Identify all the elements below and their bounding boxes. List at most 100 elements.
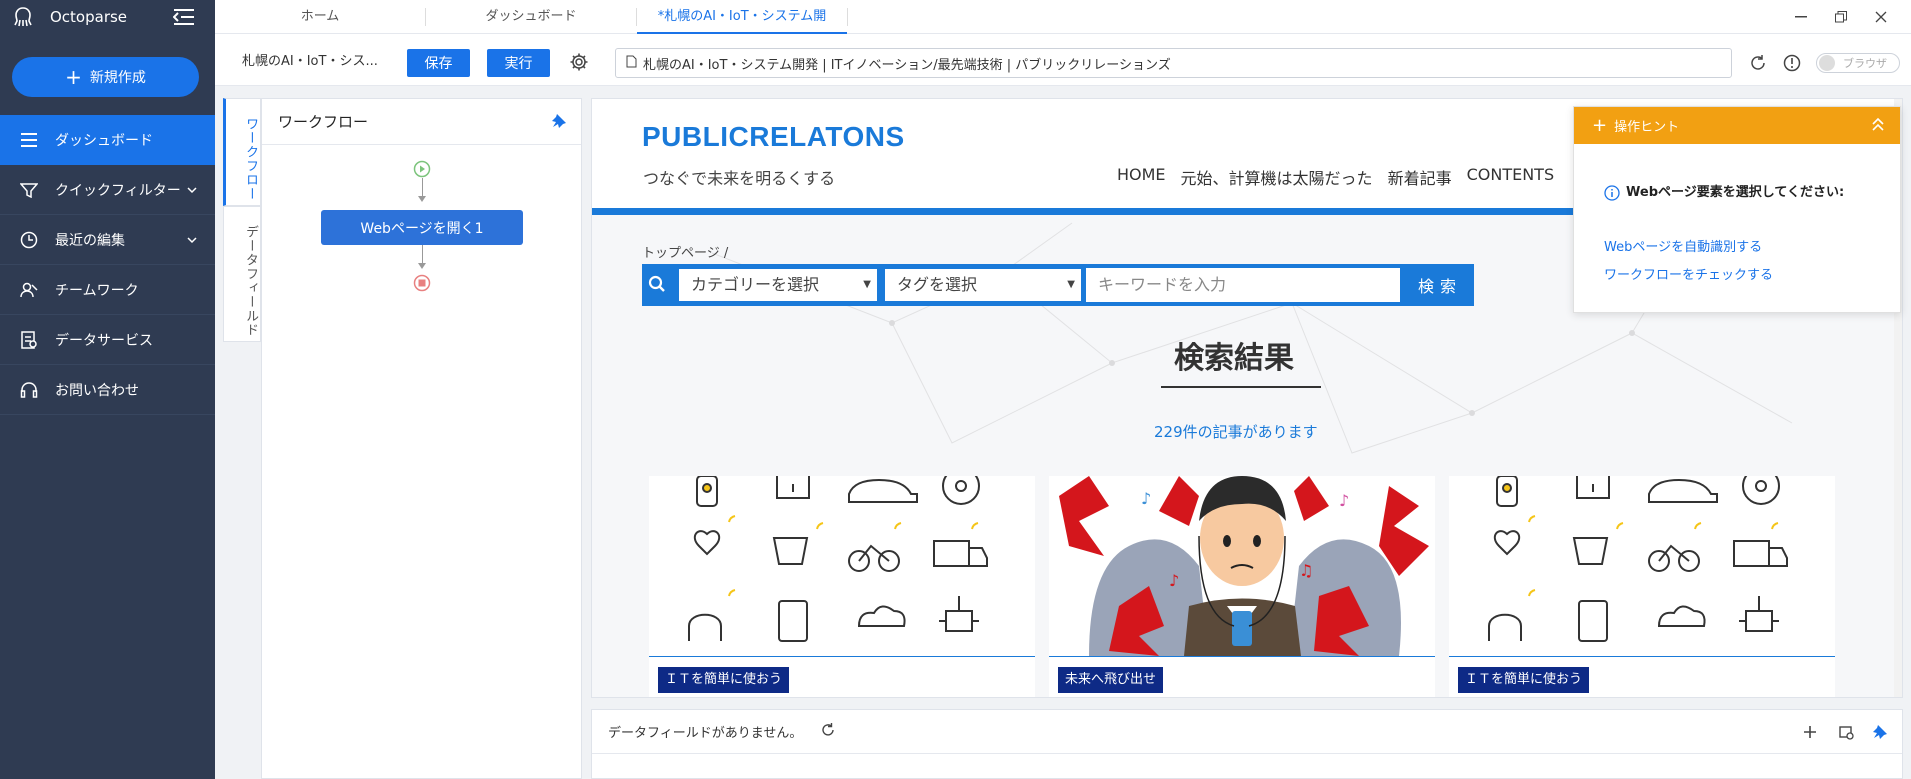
collapse-menu-icon[interactable] (172, 8, 195, 30)
data-field-empty-text: データフィールドがありません。 (608, 726, 803, 741)
add-field-icon[interactable] (1802, 724, 1818, 744)
site-title[interactable]: PUBLICRELATONS (642, 121, 905, 153)
tab-dashboard[interactable]: ダッシュボード (426, 0, 636, 34)
category-select[interactable]: カテゴリーを選択 ▼ (678, 268, 878, 302)
svg-text:♪: ♪ (1339, 491, 1349, 510)
minimize-icon[interactable] (1781, 0, 1821, 34)
sidebar: Octoparse + 新規作成 ダッシュボード クイックフィルター 最近の編集… (0, 0, 215, 779)
tag-select-value: タグを選択 (897, 275, 978, 294)
site-nav-new[interactable]: 新着記事 (1388, 165, 1452, 189)
search-icon (648, 275, 666, 297)
category-badge[interactable]: ＩＴを簡単に使おう (1458, 667, 1590, 693)
sidebar-item-recent-edits[interactable]: 最近の編集 (0, 215, 215, 265)
article-card[interactable]: ＩＴを簡単に使おう (649, 476, 1035, 697)
article-card[interactable]: ＩＴを簡単に使おう (1449, 476, 1835, 697)
site-nav-contents[interactable]: CONTENTS (1467, 165, 1555, 189)
clock-icon (20, 231, 38, 249)
task-name[interactable]: 札幌のAI・IoT・シス... (242, 50, 378, 69)
results-divider (1161, 386, 1321, 388)
octopus-logo-icon (14, 7, 32, 27)
tab-label: ワークフロー (243, 117, 258, 201)
tab-datafield[interactable]: データフィールド (223, 206, 261, 342)
team-icon (20, 281, 38, 299)
results-count: 229件の記事があります (1154, 423, 1318, 441)
app-name: Octoparse (50, 8, 128, 26)
card-underline (1049, 656, 1435, 657)
shocked-man-image[interactable]: ♪ ♪ ♫ ♪ (1049, 476, 1435, 656)
sidebar-nav: ダッシュボード クイックフィルター 最近の編集 チームワーク データサービス お… (0, 115, 215, 415)
sidebar-item-quick-filter[interactable]: クイックフィルター (0, 165, 215, 215)
keyword-input[interactable]: キーワードを入力 (1086, 268, 1400, 302)
check-workflow-link[interactable]: ワークフローをチェックする (1604, 264, 1773, 283)
refresh-icon[interactable] (1749, 54, 1767, 76)
article-card[interactable]: ♪ ♪ ♫ ♪ 未来へ飛び出せ (1049, 476, 1435, 697)
site-nav-history[interactable]: 元始、計算機は太陽だった (1181, 165, 1373, 189)
alert-icon[interactable] (1783, 54, 1801, 76)
site-nav-home[interactable]: HOME (1117, 165, 1166, 189)
category-select-value: カテゴリーを選択 (691, 275, 820, 294)
workflow-title: ワークフロー (278, 113, 369, 131)
tab-workflow[interactable]: ワークフロー (223, 98, 261, 206)
new-task-label: 新規作成 (89, 70, 146, 86)
flow-connector (422, 245, 423, 263)
svg-text:♪: ♪ (1169, 571, 1179, 590)
data-field-header: データフィールドがありません。 (592, 710, 1902, 754)
flow-connector (422, 178, 423, 196)
data-field-panel: データフィールドがありません。 (591, 709, 1903, 779)
gear-icon[interactable] (569, 52, 589, 76)
auto-detect-link[interactable]: Webページを自動識別する (1604, 236, 1762, 255)
data-service-icon (20, 330, 38, 349)
url-bar[interactable]: 札幌のAI・IoT・システム開発 | ITイノベーション/最先端技術 | パブリ… (615, 48, 1732, 78)
pin-icon[interactable] (1872, 724, 1888, 744)
sidebar-item-label: お問い合わせ (55, 382, 139, 399)
url-text: 札幌のAI・IoT・システム開発 | ITイノベーション/最先端技術 | パブリ… (643, 57, 1171, 73)
site-nav: HOME 元始、計算機は太陽だった 新着記事 CONTENTS (1117, 165, 1569, 189)
tab-current-task[interactable]: *札幌のAI・IoT・システム開 (637, 0, 847, 34)
category-badge[interactable]: 未来へ飛び出せ (1058, 667, 1164, 693)
iot-icons-image[interactable] (649, 476, 1035, 656)
tips-header[interactable]: + 操作ヒント (1574, 107, 1900, 144)
category-badge[interactable]: ＩＴを簡単に使おう (658, 667, 790, 693)
tab-label: ダッシュボード (485, 9, 577, 24)
browser-mode-toggle[interactable]: ブラウザ (1816, 53, 1900, 73)
toggle-knob (1819, 55, 1835, 71)
plus-icon: + (1592, 115, 1608, 136)
tag-select[interactable]: タグを選択 ▼ (884, 268, 1082, 302)
sidebar-item-data-service[interactable]: データサービス (0, 315, 215, 365)
info-icon (1604, 185, 1620, 208)
card-underline (1449, 656, 1835, 657)
headset-icon (20, 381, 38, 399)
end-icon (413, 274, 431, 296)
svg-text:♫: ♫ (1299, 561, 1313, 580)
dropdown-arrow-icon: ▼ (1067, 279, 1075, 290)
sidebar-item-teamwork[interactable]: チームワーク (0, 265, 215, 315)
svg-text:♪: ♪ (1141, 489, 1151, 508)
refresh-icon[interactable] (820, 722, 836, 742)
sidebar-item-label: クイックフィルター (55, 182, 181, 199)
sidebar-item-dashboard[interactable]: ダッシュボード (0, 115, 215, 165)
restore-icon[interactable] (1821, 0, 1861, 34)
column-settings-icon[interactable] (1838, 724, 1854, 744)
sidebar-item-label: チームワーク (55, 282, 139, 299)
tips-message: Webページ要素を選択してください: (1604, 183, 1864, 203)
collapse-up-icon[interactable] (1870, 116, 1886, 136)
breadcrumb[interactable]: トップページ / (642, 242, 728, 261)
dropdown-arrow-icon: ▼ (863, 279, 871, 290)
tab-home[interactable]: ホーム (215, 0, 425, 34)
run-button[interactable]: 実行 (487, 49, 550, 77)
sidebar-item-contact[interactable]: お問い合わせ (0, 365, 215, 415)
sidebar-item-label: データサービス (55, 332, 153, 349)
new-task-button[interactable]: + 新規作成 (12, 57, 199, 97)
workflow-panel: ワークフロー Webページを開く1 (261, 98, 582, 779)
chevron-down-icon (187, 232, 197, 248)
flow-arrow (418, 263, 426, 269)
iot-icons-image[interactable] (1449, 476, 1835, 656)
tab-label: *札幌のAI・IoT・システム開 (657, 9, 827, 24)
search-button[interactable]: 検索 (1406, 264, 1474, 306)
card-underline (649, 656, 1035, 657)
save-button[interactable]: 保存 (407, 49, 470, 77)
workflow-node-open-page[interactable]: Webページを開く1 (321, 210, 523, 245)
pin-icon[interactable] (551, 113, 567, 133)
site-subtitle: つなぐで未来を明るくする (643, 169, 836, 188)
close-icon[interactable] (1861, 0, 1901, 34)
